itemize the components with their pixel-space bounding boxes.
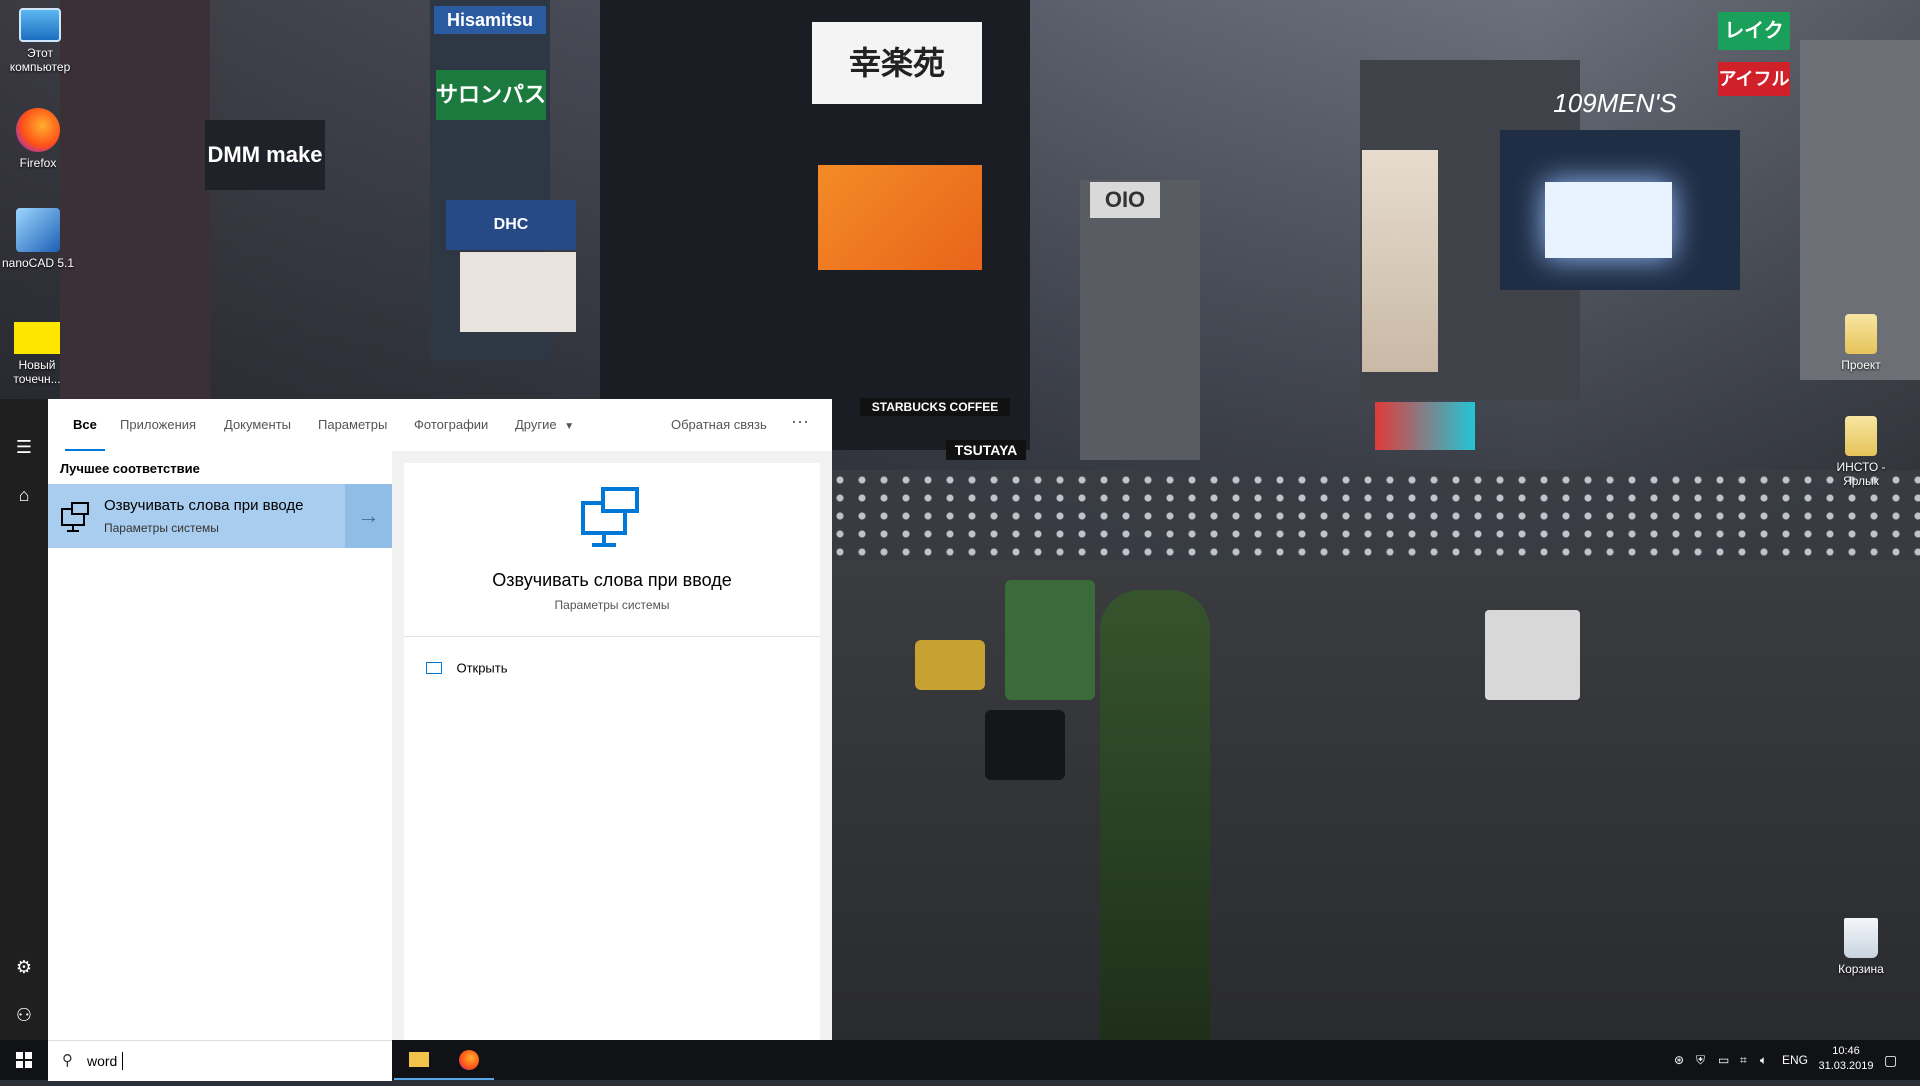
sign-reiku: レイク — [1718, 12, 1790, 50]
start-button[interactable] — [0, 1040, 48, 1080]
desktop-icon-label: Проект — [1841, 358, 1881, 372]
start-search-panel: ☰ ⌂ ⚙ ⚇ Все Приложения Документы Парамет… — [0, 399, 832, 1080]
taskbar-firefox[interactable] — [444, 1040, 494, 1080]
text-cursor — [122, 1052, 123, 1070]
sign-woman-poster — [1362, 150, 1438, 372]
detail-divider — [404, 636, 820, 637]
chevron-down-icon: ▼ — [564, 421, 575, 432]
volume-icon[interactable]: 🔈︎ — [1760, 1040, 1767, 1080]
desktop-icon-label: Новый точечн... — [13, 358, 61, 386]
desktop-icon-firefox[interactable]: Firefox — [0, 108, 78, 170]
action-center-icon[interactable]: ▢ — [1884, 1040, 1897, 1080]
firefox-icon — [16, 108, 60, 152]
desktop-icon-this-pc[interactable]: Этот компьютер — [0, 8, 80, 74]
feedback-link[interactable]: Обратная связь — [671, 417, 767, 432]
tab-other-label: Другие — [515, 417, 557, 432]
more-options-icon[interactable]: ··· — [791, 411, 809, 432]
search-input-value[interactable]: word — [87, 1053, 117, 1069]
preview-pane: Озвучивать слова при вводе Параметры сис… — [392, 451, 832, 1044]
search-box[interactable]: ⚲ word — [48, 1040, 392, 1081]
desktop-icon-label: Корзина — [1838, 962, 1884, 976]
narrator-settings-icon — [61, 502, 89, 532]
result-subtitle: Параметры системы — [104, 521, 219, 535]
settings-gear-icon[interactable]: ⚙ — [0, 947, 48, 987]
sign-109mens: 109MEN'S — [1553, 88, 1677, 118]
sign-koraku: 幸楽苑 — [812, 22, 982, 104]
desktop-icon-new-image[interactable]: Новый точечн... — [0, 322, 77, 386]
open-label: Открыть — [456, 660, 508, 676]
feedback-person-icon[interactable]: ⚇ — [0, 995, 48, 1035]
taskbar-file-explorer[interactable] — [394, 1040, 444, 1080]
taxi — [915, 640, 985, 690]
desktop-icon-label: Этот компьютер — [9, 46, 71, 74]
best-match-result[interactable]: Озвучивать слова при вводе Параметры сис… — [48, 484, 392, 548]
sign-salonpas: サロンパス — [436, 70, 546, 120]
tab-other[interactable]: Другие ▼ — [515, 417, 574, 432]
usb-icon[interactable]: ⌗ — [1740, 1040, 1747, 1080]
sign-starbucks: STARBUCKS COFFEE — [860, 398, 1010, 416]
folder-icon — [409, 1052, 429, 1067]
clock-time: 10:46 — [1832, 1045, 1860, 1057]
open-action[interactable]: Открыть — [426, 659, 626, 679]
desktop-icon-label: ИНСТО - Ярлык — [1836, 460, 1886, 488]
sign-oio: OIO — [1090, 182, 1160, 218]
sign-dmm: DMM make — [205, 120, 325, 190]
sign-dhc: DHC — [446, 200, 576, 250]
tab-photos[interactable]: Фотографии — [414, 417, 488, 432]
folder-icon — [1845, 314, 1877, 354]
desktop-icon-label: Firefox — [19, 156, 57, 170]
sign-dhc-screen — [460, 252, 576, 332]
best-match-header: Лучшее соответствие — [60, 461, 200, 476]
search-tabs: Все Приложения Документы Параметры Фотог… — [48, 399, 832, 452]
desktop-icon-project[interactable]: Проект — [1821, 314, 1901, 372]
folder-shortcut-icon — [1845, 416, 1877, 456]
truck — [1485, 610, 1580, 700]
median-hedge — [1100, 590, 1210, 1040]
sign-aifuru: アイフル — [1718, 62, 1790, 96]
sign-led-board — [1375, 402, 1475, 450]
clock[interactable]: 10:46 31.03.2019 — [1808, 1044, 1884, 1074]
device-icon[interactable]: ▭ — [1718, 1040, 1729, 1080]
tab-documents[interactable]: Документы — [224, 417, 291, 432]
tab-settings[interactable]: Параметры — [318, 417, 387, 432]
windows-logo-icon — [16, 1052, 32, 1068]
detail-title: Озвучивать слова при вводе — [492, 570, 732, 590]
desktop-icon-nanocad[interactable]: nanoCAD 5.1 — [0, 208, 78, 270]
firefox-icon — [459, 1050, 479, 1070]
recycle-bin-icon — [1844, 918, 1878, 958]
network-icon[interactable]: ⊛ — [1674, 1040, 1684, 1080]
tab-apps[interactable]: Приложения — [120, 417, 196, 432]
hamburger-menu-icon[interactable]: ☰ — [0, 427, 48, 467]
language-indicator[interactable]: ENG — [1782, 1040, 1808, 1080]
street — [830, 560, 1920, 1040]
clock-date: 31.03.2019 — [1818, 1060, 1874, 1072]
sign-tsutaya: TSUTAYA — [946, 440, 1026, 460]
desktop-icon-recycle-bin[interactable]: Корзина — [1821, 918, 1901, 976]
building-left — [60, 0, 210, 400]
bus — [1005, 580, 1095, 700]
desktop-icon-insto-shortcut[interactable]: ИНСТО - Ярлык — [1821, 416, 1901, 488]
search-icon: ⚲ — [62, 1052, 73, 1069]
detail-card: Озвучивать слова при вводе Параметры сис… — [404, 463, 820, 1044]
image-file-icon — [14, 322, 60, 354]
sign-ramen-screen — [818, 165, 982, 270]
home-icon[interactable]: ⌂ — [0, 475, 48, 515]
car — [985, 710, 1065, 780]
defender-icon[interactable]: ⛨ — [1696, 1040, 1705, 1080]
detail-subtitle: Параметры системы — [554, 598, 670, 612]
computer-icon — [19, 8, 61, 42]
open-icon — [426, 661, 442, 674]
results-list: Лучшее соответствие Озвучивать слова при… — [48, 451, 392, 1044]
narrator-settings-large-icon — [581, 487, 639, 547]
tab-all[interactable]: Все — [65, 417, 105, 452]
arrow-right-icon[interactable]: → — [345, 484, 392, 548]
nanocad-icon — [16, 208, 60, 252]
sign-right-screen — [1545, 182, 1672, 258]
building-oio — [1080, 180, 1200, 460]
desktop-icon-label: nanoCAD 5.1 — [1, 256, 75, 270]
result-title: Озвучивать слова при вводе — [104, 497, 304, 514]
start-rail: ☰ ⌂ ⚙ ⚇ — [0, 399, 48, 1080]
sign-hisamitsu: Hisamitsu — [434, 6, 546, 34]
